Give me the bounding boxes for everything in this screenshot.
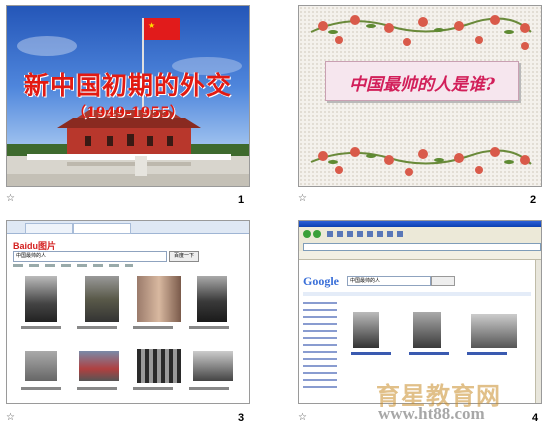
left-nav (303, 302, 337, 392)
browser-tab[interactable] (25, 223, 73, 234)
results-header-bar (303, 292, 531, 296)
watermark-url: www.ht88.com (378, 404, 485, 423)
vertical-scrollbar[interactable] (535, 260, 541, 403)
toolbar-icons (327, 231, 407, 237)
star-icon: ☆ (6, 412, 15, 423)
result-photo-3[interactable] (471, 314, 517, 348)
slide-subtitle: （1949-1955） (72, 105, 184, 121)
slide-thumbnail-3[interactable]: Baidu图片 中国最帅的人 百度一下 (6, 220, 250, 404)
question-box: 中国最帅的人是谁? (325, 61, 519, 101)
result-photo-3[interactable] (137, 276, 181, 322)
svg-text:★: ★ (148, 21, 155, 30)
browser-toolbar (299, 227, 541, 243)
search-input[interactable]: 中国最帅的人 (13, 251, 167, 262)
result-photo-2[interactable] (413, 312, 441, 348)
caption-row (351, 352, 521, 355)
star-icon: ☆ (298, 193, 307, 204)
slide-number-2: 2 (530, 194, 537, 206)
slide-thumbnail-1[interactable]: ★ 新中国初期的外交 （1949-1955） (6, 5, 250, 187)
slide-question: 中国最帅的人是谁? (349, 75, 495, 95)
address-bar[interactable] (303, 243, 541, 251)
search-button[interactable]: 百度一下 (169, 251, 199, 262)
slide-number-1: 1 (238, 194, 245, 206)
result-photo-1[interactable] (25, 276, 57, 322)
search-options-row (13, 264, 133, 267)
result-photo-8[interactable] (193, 351, 233, 381)
result-photo-4[interactable] (197, 276, 227, 322)
caption-row-1 (21, 326, 237, 329)
back-icon[interactable] (303, 230, 311, 238)
slide-number-3: 3 (238, 412, 245, 424)
result-photo-6[interactable] (79, 351, 119, 381)
slide-number-4: 4 (532, 412, 539, 424)
star-icon: ☆ (298, 412, 307, 423)
browser-tab-bar (7, 221, 249, 234)
result-photo-1[interactable] (353, 312, 379, 348)
caption-row-2 (21, 387, 237, 390)
result-photo-7[interactable] (137, 349, 181, 383)
links-bar (299, 251, 541, 260)
search-input[interactable]: 中国最帅的人 (347, 276, 431, 286)
result-photo-2[interactable] (85, 276, 119, 322)
result-photo-5[interactable] (25, 351, 57, 381)
browser-tab-active[interactable] (73, 223, 131, 234)
slide-title: 新中国初期的外交 (23, 71, 232, 100)
slide-thumbnail-2[interactable]: 中国最帅的人是谁? (298, 5, 542, 187)
google-logo: Google (303, 274, 339, 288)
forward-icon[interactable] (313, 230, 321, 238)
star-icon: ☆ (6, 193, 15, 204)
search-button[interactable] (431, 276, 455, 286)
